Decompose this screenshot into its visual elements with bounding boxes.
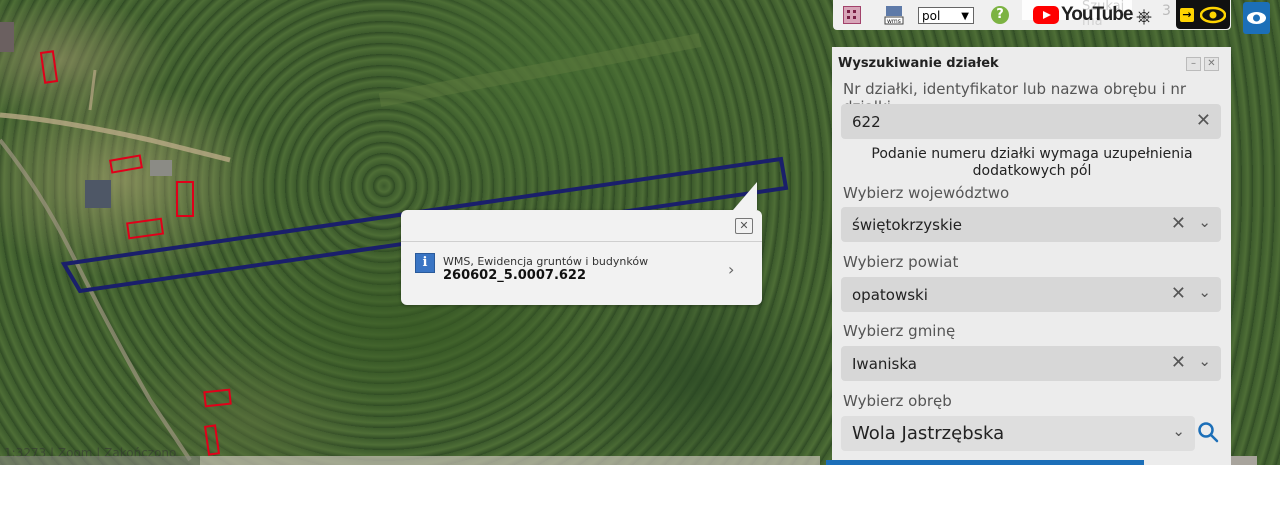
county-value: opatowski xyxy=(852,286,928,304)
clear-icon[interactable]: ✕ xyxy=(1171,283,1186,304)
road xyxy=(88,69,97,111)
precinct-value: Wola Jastrzębska xyxy=(852,423,1005,444)
search-submit-bar[interactable] xyxy=(826,460,1144,465)
building-outline[interactable] xyxy=(203,424,221,456)
youtube-label: YouTube xyxy=(1061,4,1133,25)
commune-select[interactable]: Iwaniska ✕ ⌄ xyxy=(841,346,1221,381)
popup-parcel-id[interactable]: 260602_5.0007.622 xyxy=(443,268,586,283)
wms-icon[interactable]: wms xyxy=(884,5,904,29)
voivodeship-select[interactable]: świętokrzyskie ✕ ⌄ xyxy=(841,207,1221,242)
clear-icon[interactable]: ✕ xyxy=(1196,110,1211,131)
language-value: pol xyxy=(922,9,941,23)
calculator-icon-graphic xyxy=(847,10,856,19)
road xyxy=(0,112,231,163)
chevron-down-icon[interactable]: ⌄ xyxy=(1198,283,1211,301)
voivodeship-label: Wybierz województwo xyxy=(843,184,1010,202)
chevron-down-icon[interactable]: ⌄ xyxy=(1198,213,1211,231)
house-roof xyxy=(85,180,111,208)
precinct-label: Wybierz obręb xyxy=(843,392,952,410)
feature-info-popup: ✕ i WMS, Ewidencja gruntów i budynków 26… xyxy=(401,182,762,305)
close-button[interactable]: ✕ xyxy=(1204,57,1219,71)
view-toggle-button[interactable] xyxy=(1243,2,1270,34)
eye-icon xyxy=(1247,12,1266,24)
panel-title: Wyszukiwanie działek xyxy=(838,56,999,71)
arrow-right-icon: → xyxy=(1180,8,1194,22)
parcel-number-input[interactable]: 622 ✕ xyxy=(841,104,1221,139)
chevron-right-icon[interactable]: › xyxy=(728,260,734,279)
eye-icon xyxy=(1200,6,1226,24)
toolbar-digit: 3 xyxy=(1162,3,1171,19)
info-note: Podanie numeru działki wymaga uzupełnien… xyxy=(871,146,1193,179)
info-icon: i xyxy=(415,253,435,273)
county-label: Wybierz powiat xyxy=(843,253,959,271)
calculator-icon[interactable] xyxy=(843,6,861,24)
language-select[interactable]: pol ▼ xyxy=(918,7,974,24)
field-strip xyxy=(378,33,702,107)
minimize-button[interactable]: – xyxy=(1186,57,1201,71)
map-bottom-strip xyxy=(200,456,820,465)
parcel-number-value: 622 xyxy=(852,113,881,131)
svg-text:wms: wms xyxy=(887,18,901,25)
commune-value: Iwaniska xyxy=(852,355,917,373)
building-outline[interactable] xyxy=(109,154,143,174)
house-roof xyxy=(0,22,14,52)
popup-source-layer: WMS, Ewidencja gruntów i budynków xyxy=(443,255,649,268)
search-icon-graphic xyxy=(1198,422,1219,443)
precinct-select[interactable]: Wola Jastrzębska ⌄ xyxy=(841,416,1195,451)
popup-close-button[interactable]: ✕ xyxy=(735,218,753,234)
map-bottom-strip xyxy=(0,456,200,465)
help-icon[interactable]: ? xyxy=(991,6,1009,24)
building-outline[interactable] xyxy=(203,388,232,408)
chevron-down-icon[interactable]: ⌄ xyxy=(1172,422,1185,440)
clear-icon[interactable]: ✕ xyxy=(1171,213,1186,234)
wms-icon-graphic: wms xyxy=(884,6,904,25)
building-outline[interactable] xyxy=(176,181,194,217)
search-icon[interactable] xyxy=(1197,421,1219,447)
youtube-button[interactable]: YouTube xyxy=(1033,4,1133,26)
chevron-down-icon[interactable]: ⌄ xyxy=(1198,352,1211,370)
youtube-icon xyxy=(1033,6,1059,24)
popup-pointer xyxy=(733,182,757,210)
building-outline[interactable] xyxy=(126,217,165,240)
parcel-search-panel: Wyszukiwanie działek – ✕ Nr działki, ide… xyxy=(832,47,1231,465)
commune-label: Wybierz gminę xyxy=(843,322,956,340)
building-outline[interactable] xyxy=(39,50,59,84)
chevron-down-icon: ▼ xyxy=(961,11,969,22)
steering-wheel-icon[interactable]: ⎈ xyxy=(1136,4,1152,28)
popup-header xyxy=(401,210,762,242)
voivodeship-value: świętokrzyskie xyxy=(852,216,963,234)
county-select[interactable]: opatowski ✕ ⌄ xyxy=(841,277,1221,312)
accessibility-badge[interactable]: → xyxy=(1176,0,1230,29)
house-roof xyxy=(150,160,172,176)
clear-icon[interactable]: ✕ xyxy=(1171,352,1186,373)
